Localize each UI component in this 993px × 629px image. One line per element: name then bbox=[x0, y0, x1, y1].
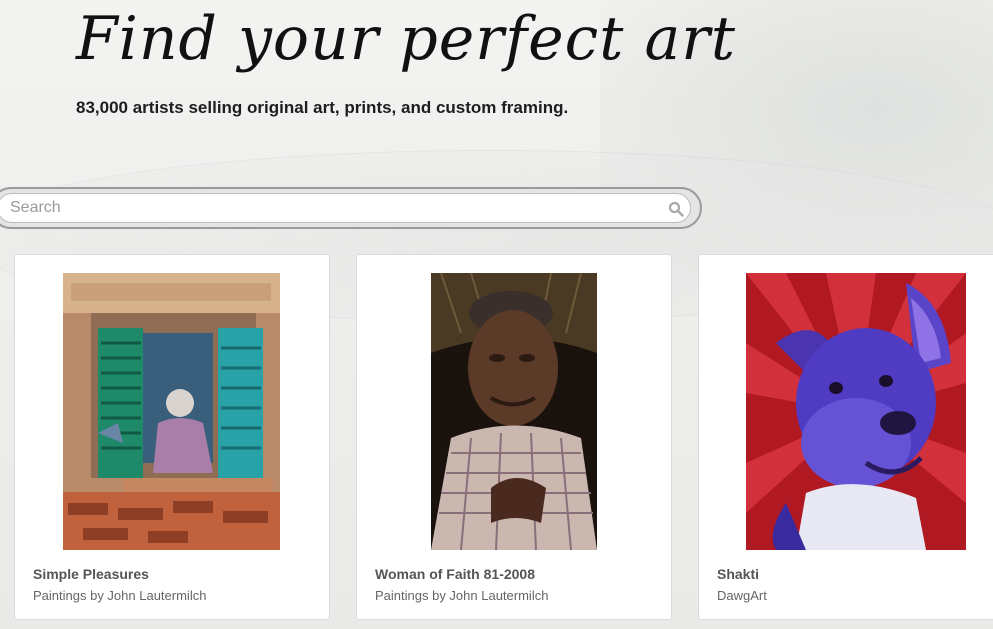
hero-title: Find your perfect art bbox=[76, 4, 737, 74]
artwork-title[interactable]: Shakti bbox=[717, 566, 759, 582]
artwork-title[interactable]: Simple Pleasures bbox=[33, 566, 149, 582]
hero-subtitle: 83,000 artists selling original art, pri… bbox=[76, 98, 569, 117]
artwork-card[interactable]: Shakti DawgArt bbox=[698, 254, 993, 620]
artwork-artist[interactable]: DawgArt bbox=[717, 588, 767, 603]
artwork-card[interactable]: Woman of Faith 81-2008 Paintings by John… bbox=[356, 254, 672, 620]
search-icon[interactable] bbox=[668, 201, 684, 217]
search-input[interactable] bbox=[0, 193, 691, 223]
search-bar bbox=[0, 187, 702, 229]
artwork-image-woman-of-faith[interactable] bbox=[431, 273, 597, 550]
artwork-image-shakti[interactable] bbox=[746, 273, 966, 550]
artwork-title[interactable]: Woman of Faith 81-2008 bbox=[375, 566, 535, 582]
artwork-artist[interactable]: Paintings by John Lautermilch bbox=[375, 588, 548, 603]
artwork-image-simple-pleasures[interactable] bbox=[63, 273, 280, 550]
artwork-card[interactable]: Simple Pleasures Paintings by John Laute… bbox=[14, 254, 330, 620]
artwork-artist[interactable]: Paintings by John Lautermilch bbox=[33, 588, 206, 603]
